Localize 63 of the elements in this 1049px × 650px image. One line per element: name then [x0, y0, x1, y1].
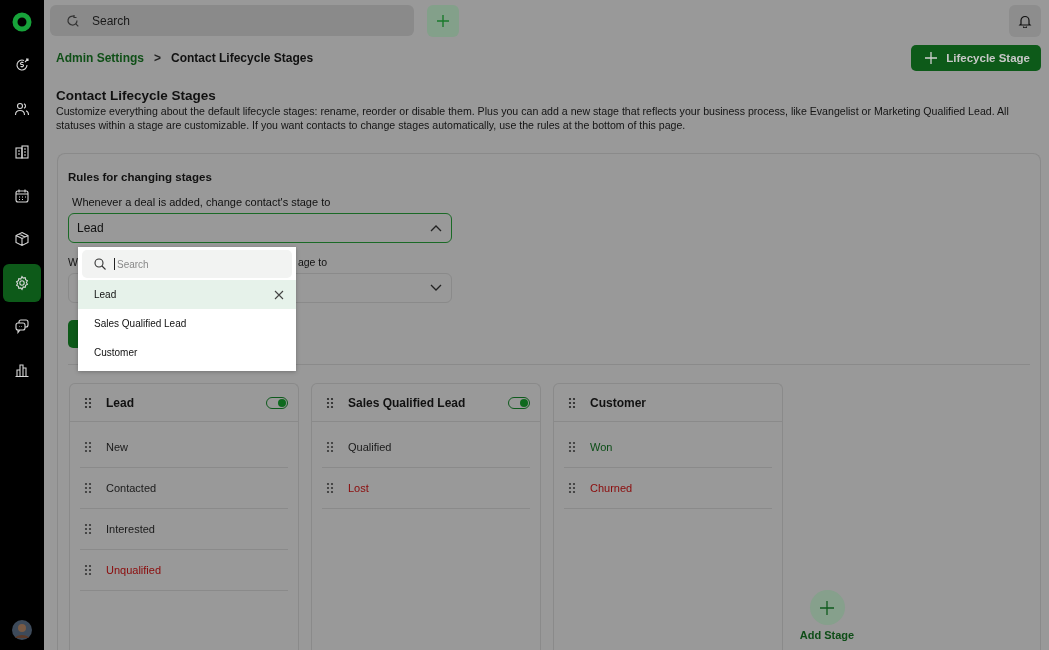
plus-icon [436, 13, 450, 28]
search-icon [66, 13, 80, 28]
status-label: Interested [106, 523, 155, 535]
notifications-button[interactable] [1009, 4, 1041, 37]
add-stage-button[interactable] [809, 590, 845, 625]
status-label: Qualified [348, 441, 392, 453]
settings-icon [14, 274, 30, 291]
rule-label: W [68, 256, 78, 268]
dropdown-option[interactable]: Lead [78, 280, 296, 309]
status-label: Unqualified [106, 564, 162, 576]
bell-icon [1018, 13, 1032, 28]
drag-handle-icon[interactable] [568, 482, 576, 494]
gear-nav-item[interactable] [3, 263, 41, 302]
dollar-icon [14, 57, 30, 73]
search-input[interactable]: Search [115, 257, 269, 271]
status-label: Won [590, 441, 613, 453]
users-icon [14, 100, 30, 117]
chevron-icon [430, 284, 442, 292]
status-label: New [106, 441, 128, 453]
breadcrumb-link[interactable]: Admin Settings [56, 51, 144, 65]
chat-icon [14, 318, 30, 334]
avatar[interactable] [12, 620, 32, 640]
drag-handle-icon[interactable] [326, 396, 334, 409]
chart-icon [14, 361, 30, 378]
dropdown-option[interactable]: Sales Qualified Lead [78, 309, 296, 338]
dropdown-option[interactable]: Customer [78, 338, 296, 367]
drag-handle-icon[interactable] [84, 482, 92, 494]
drag-handle-icon[interactable] [326, 441, 334, 453]
search-field[interactable]: Search [50, 5, 414, 36]
search-input[interactable]: Search [90, 12, 294, 29]
status-label: Contacted [106, 482, 157, 494]
status-label: Lost [348, 482, 369, 494]
page-description: Customize everything about the default lifecycle stages: rename, reorder or disable them. Plus you can add a new stage that reflects your business process, like Evangelist or Marketing Qualified Lead. All statuses within a stage are customizable. If you want contacts to change stages automatically, use the rules at the bottom of this page. [56, 104, 1010, 132]
drag-handle-icon[interactable] [326, 482, 334, 494]
drag-handle-icon[interactable] [568, 441, 576, 453]
rule-label: age to [297, 256, 328, 268]
stage-name: Customer [590, 395, 646, 410]
logo-icon [12, 12, 32, 32]
stage-select[interactable]: Lead [68, 213, 452, 243]
drag-handle-icon[interactable] [568, 396, 576, 409]
breadcrumb-separator: > [154, 51, 162, 65]
stage-name: Sales Qualified Lead [348, 395, 466, 410]
search-icon [94, 258, 106, 270]
breadcrumb-current: Contact Lifecycle Stages [171, 51, 314, 65]
status-label: Churned [590, 482, 633, 494]
close-icon[interactable] [274, 289, 284, 300]
chevron-icon [430, 224, 442, 232]
box-icon [14, 231, 30, 247]
drag-handle-icon[interactable] [84, 441, 92, 453]
stage-name: Lead [106, 395, 134, 410]
drag-handle-icon[interactable] [84, 564, 92, 576]
drag-handle-icon[interactable] [84, 523, 92, 535]
add-stage-label[interactable]: Add Stage [799, 629, 855, 641]
drag-handle-icon[interactable] [84, 396, 92, 409]
search-field[interactable]: Search [82, 250, 292, 278]
calendar-icon [14, 187, 30, 204]
plus-icon [925, 52, 938, 64]
rule-label: Whenever a deal is added, change contact's stage to [72, 196, 332, 208]
rules-title: Rules for changing stages [68, 171, 213, 183]
building-icon [14, 144, 30, 160]
add-lifecycle-stage-button[interactable]: Lifecycle Stage [911, 45, 1041, 71]
page-title: Contact Lifecycle Stages [56, 88, 217, 103]
plus-icon [820, 600, 834, 615]
